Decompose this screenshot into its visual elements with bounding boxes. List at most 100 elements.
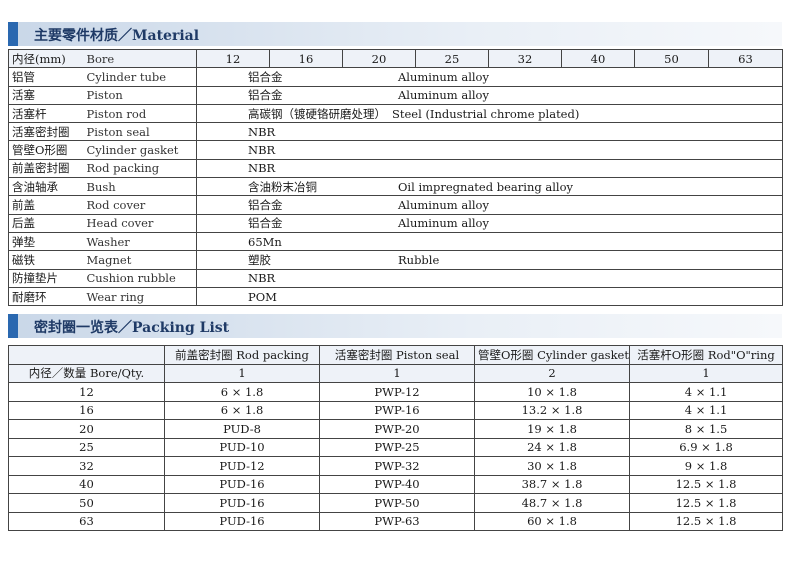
bore-cell: 20 <box>8 419 165 439</box>
part-name-zh: 后盖 <box>8 213 84 233</box>
packing-row: 63 PUD-16 PWP-63 60 × 1.8 12.5 × 1.8 <box>8 511 783 531</box>
section-accent-bar <box>8 22 18 46</box>
bore-size: 40 <box>561 48 635 69</box>
material-en: Oil impregnated bearing alloy <box>398 179 574 194</box>
packing-cell: PUD-16 <box>164 474 320 494</box>
part-name-zh: 防撞垫片 <box>8 268 84 288</box>
packing-cell: 30 × 1.8 <box>474 456 630 476</box>
packing-cell: PWP-63 <box>319 511 475 531</box>
packing-cell: 19 × 1.8 <box>474 419 630 439</box>
material-cell: 65Mn <box>196 231 783 252</box>
packing-row: 40 PUD-16 PWP-40 38.7 × 1.8 12.5 × 1.8 <box>8 474 783 494</box>
part-name-zh: 活塞密封圈 <box>8 122 84 142</box>
bore-size: 12 <box>196 48 270 69</box>
packing-table: 前盖密封圈 Rod packing 活塞密封圈 Piston seal 管壁O形… <box>8 345 783 531</box>
packing-row: 12 6 × 1.8 PWP-12 10 × 1.8 4 × 1.1 <box>8 382 783 402</box>
material-row: 活塞密封圈 Piston seal NBR <box>8 122 783 142</box>
part-name-zh: 铝管 <box>8 67 84 87</box>
material-section-header: 主要零件材质／Material <box>8 22 782 46</box>
packing-cell: 38.7 × 1.8 <box>474 474 630 494</box>
part-name-zh: 管壁O形圈 <box>8 140 84 160</box>
material-en: Aluminum alloy <box>398 69 489 84</box>
packing-cell: PUD-8 <box>164 419 320 439</box>
part-name-en: Head cover <box>83 213 197 233</box>
packing-cell: 60 × 1.8 <box>474 511 630 531</box>
part-name-zh: 弹垫 <box>8 231 84 252</box>
header-cell: 管壁O形圈 Cylinder gasket <box>474 345 630 365</box>
part-name-zh: 活塞杆 <box>8 103 84 124</box>
material-row: 含油轴承 Bush 含油粉末冶铜 Oil impregnated bearing al… <box>8 177 783 197</box>
packing-header-row: 前盖密封圈 Rod packing 活塞密封圈 Piston seal 管壁O形… <box>8 345 783 365</box>
part-name-en: Rod packing <box>83 158 197 179</box>
packing-cell: PWP-50 <box>319 493 475 513</box>
bore-size: 20 <box>342 48 416 69</box>
packing-cell: 12.5 × 1.8 <box>629 493 783 513</box>
material-zh: NBR <box>248 271 276 286</box>
material-row: 管壁O形圈 Cylinder gasket NBR <box>8 140 783 160</box>
bore-cell: 50 <box>8 493 165 513</box>
part-name-zh: 前盖 <box>8 195 84 215</box>
section-accent-bar <box>8 314 18 338</box>
part-name-en: Rod cover <box>83 195 197 215</box>
packing-row: 32 PUD-12 PWP-32 30 × 1.8 9 × 1.8 <box>8 456 783 476</box>
material-row: 弹垫 Washer 65Mn <box>8 231 783 252</box>
material-row: 耐磨环 Wear ring POM <box>8 286 783 307</box>
material-en: Aluminum alloy <box>398 216 489 231</box>
material-zh: 65Mn <box>248 234 282 249</box>
material-cell: 高碳钢（镀硬铬研磨处理） Steel (Industrial chrome pla… <box>196 103 783 124</box>
packing-cell: PWP-16 <box>319 400 475 420</box>
material-cell: 铝合金 Aluminum alloy <box>196 85 783 105</box>
bore-cell: 40 <box>8 474 165 494</box>
packing-row: 25 PUD-10 PWP-25 24 × 1.8 6.9 × 1.8 <box>8 437 783 457</box>
packing-cell: 9 × 1.8 <box>629 456 783 476</box>
material-zh: 铝合金 <box>248 198 283 213</box>
part-name-zh: 前盖密封圈 <box>8 158 84 179</box>
packing-cell: 6.9 × 1.8 <box>629 437 783 457</box>
part-name-en: Washer <box>83 231 197 252</box>
part-name-zh: 磁铁 <box>8 250 84 270</box>
part-name-en: Piston seal <box>83 122 197 142</box>
packing-cell: 6 × 1.8 <box>164 400 320 420</box>
material-cell: NBR <box>196 268 783 288</box>
part-name-zh: 活塞 <box>8 85 84 105</box>
qty-cell: 1 <box>164 363 320 383</box>
material-cell: NBR <box>196 158 783 179</box>
packing-cell: 48.7 × 1.8 <box>474 493 630 513</box>
bore-cell: 63 <box>8 511 165 531</box>
material-en: Rubble <box>398 252 440 267</box>
part-name-en: Bush <box>83 177 197 197</box>
header-cell: 前盖密封圈 Rod packing <box>164 345 320 365</box>
material-cell: 铝合金 Aluminum alloy <box>196 213 783 233</box>
bore-size: 16 <box>269 48 343 69</box>
material-cell: POM <box>196 286 783 307</box>
material-zh: 含油粉末冶铜 <box>248 179 317 194</box>
material-cell: NBR <box>196 140 783 160</box>
material-cell: 铝合金 Aluminum alloy <box>196 195 783 215</box>
material-cell: NBR <box>196 122 783 142</box>
material-row: 前盖 Rod cover 铝合金 Aluminum alloy <box>8 195 783 215</box>
bore-size: 25 <box>415 48 489 69</box>
header-cell: 活塞杆O形圈 Rod"O"ring <box>629 345 783 365</box>
material-zh: NBR <box>248 161 276 176</box>
packing-cell: 12.5 × 1.8 <box>629 511 783 531</box>
material-cell: 含油粉末冶铜 Oil impregnated bearing alloy <box>196 177 783 197</box>
qty-label: 内径／数量 Bore/Qty. <box>8 363 165 383</box>
bore-size: 50 <box>634 48 709 69</box>
packing-cell: PWP-32 <box>319 456 475 476</box>
packing-cell: PWP-25 <box>319 437 475 457</box>
part-name-en: Piston rod <box>83 103 197 124</box>
material-zh: NBR <box>248 124 276 139</box>
packing-section-title: 密封圈一览表／Packing List <box>34 320 230 336</box>
bore-cell: 32 <box>8 456 165 476</box>
part-name-en: Piston <box>83 85 197 105</box>
packing-cell: 8 × 1.5 <box>629 419 783 439</box>
bore-cell: 25 <box>8 437 165 457</box>
packing-cell: PUD-10 <box>164 437 320 457</box>
material-zh: NBR <box>248 143 276 158</box>
part-name-en: Cylinder gasket <box>83 140 197 160</box>
material-zh: 铝合金 <box>248 69 283 84</box>
part-name-en: Cylinder tube <box>83 67 197 87</box>
material-cell: 塑胶 Rubble <box>196 250 783 270</box>
qty-row: 内径／数量 Bore/Qty. 1 1 2 1 <box>8 363 783 383</box>
packing-row: 50 PUD-16 PWP-50 48.7 × 1.8 12.5 × 1.8 <box>8 493 783 513</box>
